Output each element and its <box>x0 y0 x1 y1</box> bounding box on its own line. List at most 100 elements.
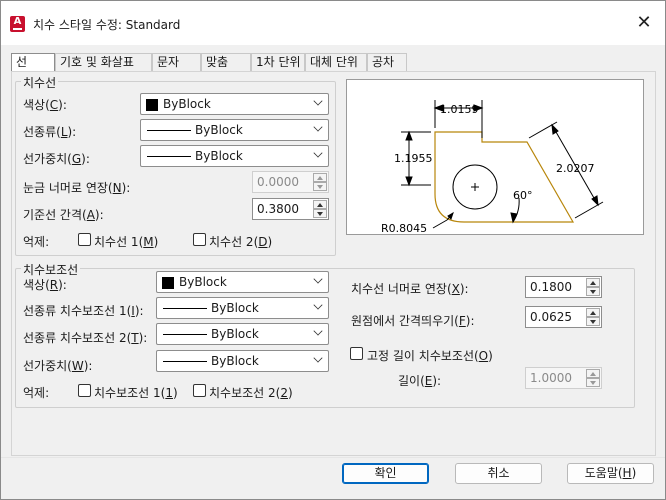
label-end: ) <box>153 235 159 249</box>
suppress-ext-line-2-label[interactable]: 치수보조선 2(2) <box>209 384 293 401</box>
mnemonic: W <box>71 359 84 373</box>
spin-down-icon[interactable] <box>313 209 327 218</box>
tab-label: 문자 <box>157 55 180 69</box>
tab-alternate-units[interactable]: 대체 단위 <box>305 53 367 71</box>
cancel-button[interactable]: 취소 <box>455 463 542 484</box>
dim-color-dropdown[interactable]: ByBlock <box>140 93 329 115</box>
mnemonic: N <box>112 181 122 195</box>
spin-down-icon[interactable] <box>586 287 600 296</box>
label-end: ): <box>138 331 148 345</box>
label-text: 도움말( <box>584 466 623 480</box>
dim-color-label: 색상(C): <box>23 96 67 113</box>
dropdown-value: ByBlock <box>211 354 259 368</box>
spin-up-icon[interactable] <box>313 173 327 182</box>
dimension-preview-drawing: 1.0159 1.1955 2.0207 60° R0.8045 <box>381 100 604 235</box>
spin-up-icon[interactable] <box>313 200 327 209</box>
suppress-ext-line-2-checkbox[interactable] <box>193 384 206 397</box>
mnemonic: 1 <box>165 386 173 400</box>
extend-beyond-ticks-label: 눈금 너머로 연장(N): <box>23 179 130 196</box>
dropdown-value: ByBlock <box>211 301 259 315</box>
mnemonic: F <box>458 314 466 328</box>
angle-text: 60° <box>513 189 533 202</box>
dim-lineweight-label: 선가중치(G): <box>23 150 90 167</box>
mnemonic: C <box>49 98 59 112</box>
spin-up-icon[interactable] <box>586 308 600 317</box>
ext-linetype1-dropdown[interactable]: ByBlock <box>156 297 329 319</box>
dim-top-text: 1.0159 <box>440 103 479 116</box>
mnemonic: A <box>86 208 95 222</box>
mnemonic: R <box>49 278 59 292</box>
mnemonic: D <box>258 235 268 249</box>
baseline-spacing-spinner[interactable]: 0.3800 <box>252 198 329 220</box>
spinner-value: 0.0625 <box>530 310 572 324</box>
spin-down-icon[interactable] <box>586 317 600 326</box>
tab-text[interactable]: 문자 <box>152 53 201 71</box>
fixed-length-label[interactable]: 고정 길이 치수보조선(O) <box>367 347 493 364</box>
dropdown-value: ByBlock <box>195 149 243 163</box>
length-spinner[interactable]: 1.0000 <box>525 367 602 389</box>
label-end: ) <box>631 466 637 480</box>
label-end: ): <box>58 98 67 112</box>
dim-left-text: 1.1955 <box>394 152 433 165</box>
window-title: 치수 스타일 수정: Standard <box>33 18 181 32</box>
offset-from-origin-spinner[interactable]: 0.0625 <box>525 306 602 328</box>
help-button[interactable]: 도움말(H) <box>567 463 654 484</box>
chevron-down-icon <box>313 148 323 158</box>
fixed-length-checkbox[interactable] <box>350 347 363 360</box>
ext-lineweight-dropdown[interactable]: ByBlock <box>156 350 329 372</box>
label-end: ): <box>459 282 469 296</box>
label-text: 눈금 너머로 연장( <box>23 181 113 195</box>
spinner-value: 0.0000 <box>257 175 299 189</box>
extend-beyond-dim-spinner[interactable]: 0.1800 <box>525 276 602 298</box>
ext-suppress-label: 억제: <box>23 386 50 400</box>
suppress-dim-line-1-label[interactable]: 치수선 1(M) <box>94 233 158 250</box>
color-swatch <box>146 99 158 111</box>
autocad-app-icon: A <box>10 16 25 32</box>
dim-linetype-label: 선종류(L): <box>23 123 76 140</box>
baseline-spacing-label: 기준선 간격(A): <box>23 206 104 223</box>
suppress-dim-line-1-checkbox[interactable] <box>78 233 91 246</box>
mnemonic: H <box>622 466 632 480</box>
ext-linetype1-label: 선종류 치수보조선 1(I): <box>23 302 144 319</box>
ext-linetype2-label: 선종류 치수보조선 2(T): <box>23 329 147 346</box>
suppress-dim-line-2-label[interactable]: 치수선 2(D) <box>209 233 272 250</box>
ok-button[interactable]: 확인 <box>342 463 429 484</box>
chevron-down-icon <box>313 274 323 284</box>
mnemonic: M <box>143 235 154 249</box>
dropdown-value: ByBlock <box>163 97 211 111</box>
chevron-down-icon <box>313 300 323 310</box>
tab-symbols-arrows[interactable]: 기호 및 화살표 <box>55 53 152 71</box>
close-button[interactable]: ✕ <box>627 9 661 37</box>
dropdown-value: ByBlock <box>195 123 243 137</box>
label-end: ): <box>83 359 93 373</box>
tab-fit[interactable]: 맞춤 <box>201 53 251 71</box>
spin-down-icon[interactable] <box>313 182 327 191</box>
label-text: 선종류( <box>23 125 61 139</box>
label-text: 색상( <box>23 278 50 292</box>
spin-down-icon[interactable] <box>586 378 600 387</box>
extend-beyond-ticks-spinner[interactable]: 0.0000 <box>252 171 329 193</box>
extend-beyond-dim-label: 치수선 너머로 연장(X): <box>351 280 469 297</box>
mnemonic: O <box>478 349 489 363</box>
dim-lineweight-dropdown[interactable]: ByBlock <box>140 145 329 167</box>
dim-linetype-dropdown[interactable]: ByBlock <box>140 119 329 141</box>
spin-up-icon[interactable] <box>586 278 600 287</box>
tab-primary-units[interactable]: 1차 단위 <box>251 53 305 71</box>
suppress-dim-line-2-checkbox[interactable] <box>193 233 206 246</box>
line-sample <box>147 156 191 157</box>
tab-label: 기호 및 화살표 <box>60 55 134 69</box>
tab-label: 1차 단위 <box>256 55 301 69</box>
suppress-ext-line-1-label[interactable]: 치수보조선 1(1) <box>94 384 178 401</box>
tab-label: 공차 <box>372 55 395 69</box>
spin-up-icon[interactable] <box>586 369 600 378</box>
ext-linetype2-dropdown[interactable]: ByBlock <box>156 323 329 345</box>
ext-color-dropdown[interactable]: ByBlock <box>156 271 329 293</box>
tab-tolerances[interactable]: 공차 <box>367 53 407 71</box>
label-text: 치수보조선 1( <box>94 386 166 400</box>
ext-color-label: 색상(R): <box>23 276 67 293</box>
chevron-down-icon <box>313 326 323 336</box>
title-bar: A 치수 스타일 수정: Standard ✕ <box>1 1 665 45</box>
dropdown-value: ByBlock <box>211 327 259 341</box>
suppress-ext-line-1-checkbox[interactable] <box>78 384 91 397</box>
tab-lines[interactable]: 선 <box>11 53 55 72</box>
